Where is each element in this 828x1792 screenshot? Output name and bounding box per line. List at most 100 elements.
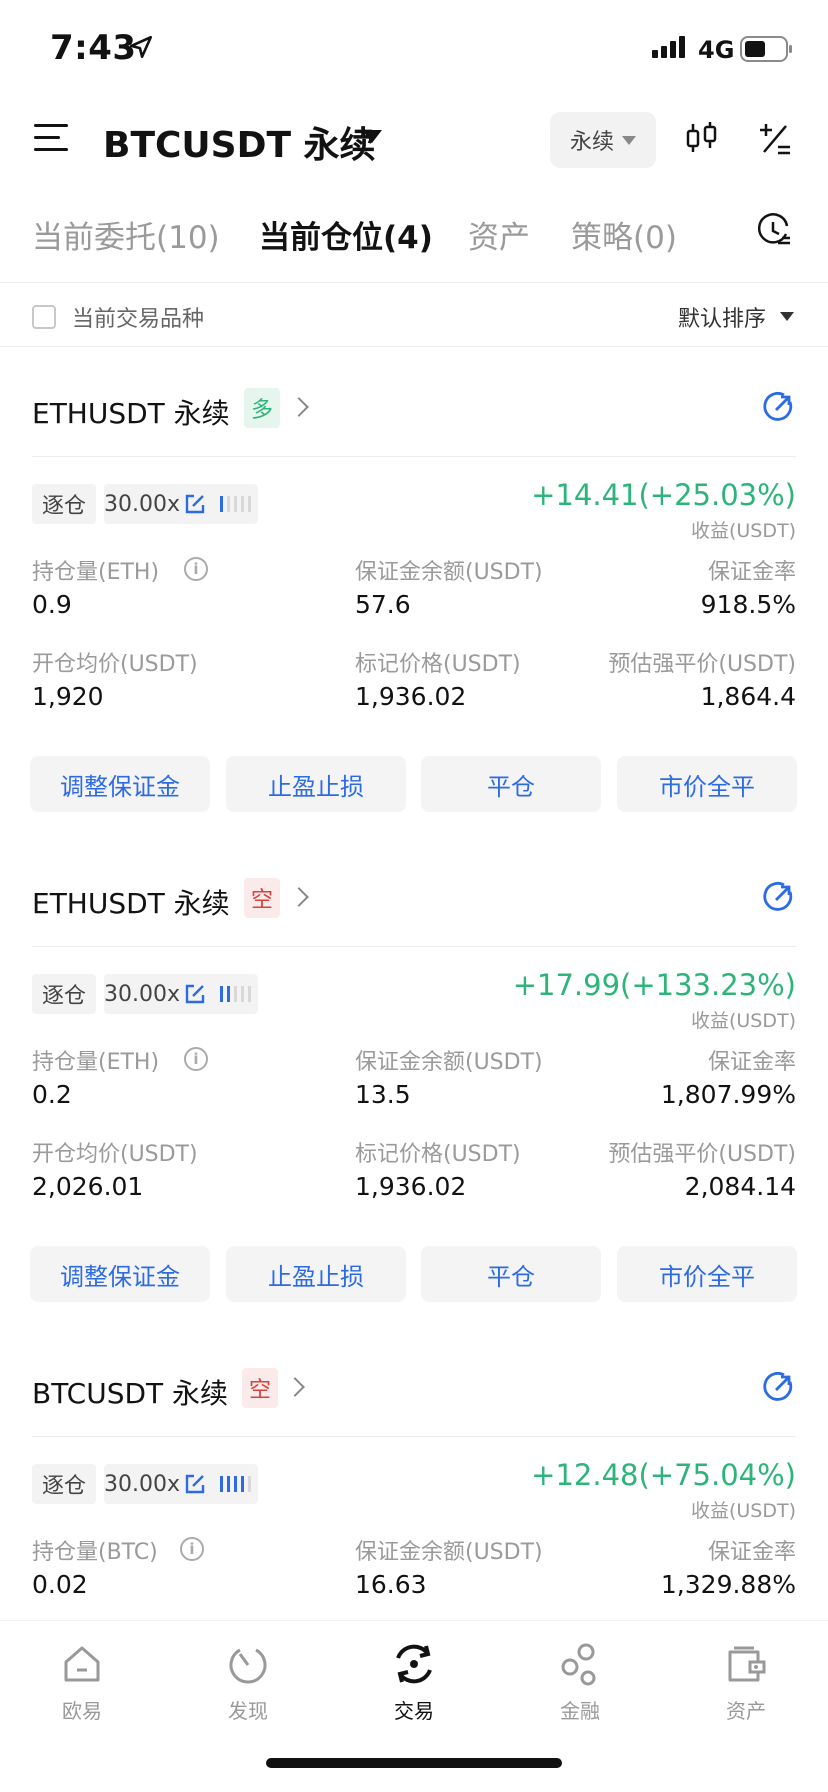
margin-value: 16.63	[355, 1570, 427, 1599]
signal-icon	[652, 36, 685, 58]
margin-label: 保证金余额(USDT)	[355, 1540, 543, 1565]
leverage-value: 30.00x	[104, 492, 181, 517]
edit-icon[interactable]	[184, 983, 206, 1005]
edit-icon[interactable]	[184, 493, 206, 515]
nav-home[interactable]: 欧易	[22, 1639, 142, 1724]
leverage-chip[interactable]: 30.00x	[104, 484, 258, 524]
network-label: 4G	[698, 36, 735, 64]
sort-selector[interactable]: 默认排序	[678, 301, 766, 333]
calculator-icon[interactable]	[758, 122, 792, 156]
tpsl-button[interactable]: 止盈止损	[226, 756, 406, 812]
symbol-selector[interactable]: BTCUSDT 永续	[103, 116, 376, 168]
unrealized-pnl: +17.99(+133.23%)	[512, 968, 796, 1002]
market-close-all-button[interactable]: 市价全平	[617, 1246, 797, 1302]
chevron-right-icon	[285, 1377, 305, 1397]
liq-price-label: 预估强平价(USDT)	[608, 652, 796, 677]
position-card: ETHUSDT 永续 空 逐仓 30.00x +17.99(+133.23%) …	[0, 838, 828, 1328]
tab-bar: 当前委托(10) 当前仓位(4) 资产 策略(0)	[0, 208, 828, 268]
leverage-chip[interactable]: 30.00x	[104, 1464, 258, 1504]
nav-finance-label: 金融	[560, 1699, 600, 1723]
leverage-value: 30.00x	[104, 1472, 181, 1497]
discover-icon	[229, 1648, 267, 1684]
margin-ratio-value: 1,807.99%	[660, 1080, 796, 1109]
entry-price-label: 开仓均价(USDT)	[32, 652, 198, 677]
share-icon[interactable]	[762, 880, 796, 914]
position-symbol: BTCUSDT 永续	[32, 1377, 229, 1410]
liq-price-label: 预估强平价(USDT)	[608, 1142, 796, 1167]
current-symbol-checkbox[interactable]	[32, 305, 56, 329]
entry-price-value: 1,920	[32, 682, 104, 711]
margin-value: 13.5	[355, 1080, 411, 1109]
margin-mode-chip: 逐仓	[32, 974, 97, 1014]
nav-discover[interactable]: 发现	[188, 1639, 308, 1724]
candlestick-chart-icon[interactable]	[684, 120, 720, 156]
contract-type-selector[interactable]: 永续	[550, 112, 656, 168]
nav-assets-label: 资产	[726, 1699, 766, 1723]
tab-strategy[interactable]: 策略(0)	[571, 212, 677, 257]
leverage-level-bars	[220, 1476, 251, 1492]
margin-ratio-label: 保证金率	[707, 1540, 796, 1565]
share-icon[interactable]	[762, 1370, 796, 1404]
side-badge: 空	[242, 1368, 278, 1408]
divider	[32, 1436, 796, 1437]
finance-icon	[561, 1643, 596, 1686]
tpsl-button[interactable]: 止盈止损	[226, 1246, 406, 1302]
info-icon[interactable]: i	[180, 1537, 204, 1561]
size-value: 0.02	[32, 1570, 88, 1599]
position-symbol: ETHUSDT 永续	[32, 887, 230, 920]
size-label: 持仓量(ETH)	[32, 560, 160, 585]
chevron-right-icon	[289, 397, 309, 417]
side-badge: 空	[244, 878, 280, 918]
caret-down-icon[interactable]	[780, 312, 794, 321]
margin-ratio-value: 918.5%	[700, 590, 796, 619]
close-position-button[interactable]: 平仓	[421, 1246, 601, 1302]
position-card: BTCUSDT 永续 空 逐仓 30.00x +12.48(+75.04%) 收…	[0, 1328, 828, 1620]
leverage-value: 30.00x	[104, 982, 181, 1007]
info-icon[interactable]: i	[184, 1047, 208, 1071]
current-symbol-label[interactable]: 当前交易品种	[72, 301, 204, 333]
divider	[32, 456, 796, 457]
position-header[interactable]: ETHUSDT 永续 空	[32, 874, 796, 924]
info-icon[interactable]: i	[184, 557, 208, 581]
mark-price-label: 标记价格(USDT)	[355, 652, 521, 677]
tab-open-orders[interactable]: 当前委托(10)	[32, 212, 220, 257]
caret-down-icon	[622, 135, 636, 145]
share-icon[interactable]	[762, 390, 796, 424]
adjust-margin-button[interactable]: 调整保证金	[30, 1246, 210, 1302]
status-bar: 7:43 4G	[0, 0, 828, 100]
leverage-level-bars	[220, 496, 251, 512]
nav-finance[interactable]: 金融	[520, 1639, 640, 1724]
entry-price-label: 开仓均价(USDT)	[32, 1142, 198, 1167]
nav-discover-label: 发现	[228, 1699, 268, 1723]
nav-trade-label: 交易	[394, 1699, 434, 1723]
entry-price-value: 2,026.01	[32, 1172, 144, 1201]
trade-icon	[396, 1644, 432, 1684]
caret-down-icon[interactable]	[362, 130, 382, 143]
pnl-label: 收益(USDT)	[690, 520, 796, 542]
close-position-button[interactable]: 平仓	[421, 756, 601, 812]
pnl-label: 收益(USDT)	[690, 1010, 796, 1032]
margin-ratio-value: 1,329.88%	[660, 1570, 796, 1599]
mark-price-value: 1,936.02	[355, 1172, 467, 1201]
history-icon[interactable]	[756, 212, 792, 248]
market-close-all-button[interactable]: 市价全平	[617, 756, 797, 812]
unrealized-pnl: +12.48(+75.04%)	[531, 1458, 796, 1492]
filter-row: 当前交易品种 默认排序	[0, 283, 828, 347]
mark-price-label: 标记价格(USDT)	[355, 1142, 521, 1167]
margin-ratio-label: 保证金率	[707, 560, 796, 585]
size-value: 0.9	[32, 590, 72, 619]
menu-icon[interactable]	[34, 124, 68, 154]
nav-trade[interactable]: 交易	[354, 1639, 474, 1724]
position-header[interactable]: BTCUSDT 永续 空	[32, 1364, 796, 1414]
battery-icon	[740, 36, 792, 62]
tab-assets[interactable]: 资产	[468, 212, 530, 257]
leverage-chip[interactable]: 30.00x	[104, 974, 258, 1014]
margin-mode-chip: 逐仓	[32, 1464, 97, 1504]
adjust-margin-button[interactable]: 调整保证金	[30, 756, 210, 812]
edit-icon[interactable]	[184, 1473, 206, 1495]
liq-price-value: 2,084.14	[684, 1172, 796, 1201]
nav-assets[interactable]: 资产	[686, 1639, 806, 1724]
position-header[interactable]: ETHUSDT 永续 多	[32, 384, 796, 434]
position-symbol: ETHUSDT 永续	[32, 397, 230, 430]
tab-positions[interactable]: 当前仓位(4)	[259, 212, 433, 257]
